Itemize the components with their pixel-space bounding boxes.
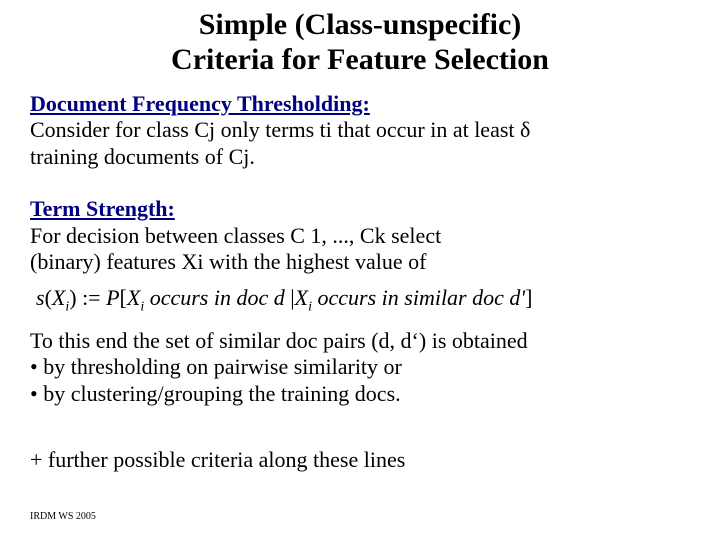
- formula-lp: (: [45, 285, 52, 310]
- dft-line-1: Consider for class Cj only terms ti that…: [30, 117, 690, 143]
- formula-lb: [: [120, 285, 127, 310]
- formula-X3: X: [295, 285, 308, 310]
- plus-line: + further possible criteria along these …: [30, 447, 690, 473]
- ts-heading: Term Strength:: [30, 196, 690, 222]
- dft-heading: Document Frequency Thresholding:: [30, 91, 690, 117]
- slide-title: Simple (Class-unspecific) Criteria for F…: [30, 8, 690, 77]
- tail-line-2: • by thresholding on pairwise similarity…: [30, 354, 690, 380]
- formula-def: :=: [77, 285, 107, 310]
- footer-note: IRDM WS 2005: [30, 511, 96, 522]
- title-line-2: Criteria for Feature Selection: [171, 43, 549, 76]
- section-dft: Document Frequency Thresholding: Conside…: [30, 91, 690, 170]
- formula-X: X: [52, 285, 65, 310]
- ts-line-1: For decision between classes C 1, ..., C…: [30, 223, 690, 249]
- ts-line-2: (binary) features Xi with the highest va…: [30, 249, 690, 275]
- formula-s: s: [36, 285, 45, 310]
- formula-rp: ): [69, 285, 76, 310]
- title-line-1: Simple (Class-unspecific): [199, 8, 522, 41]
- formula-rb: ]: [525, 285, 532, 310]
- formula-mid2: occurs in similar doc d': [312, 285, 525, 310]
- section-tail: To this end the set of similar doc pairs…: [30, 328, 690, 407]
- formula: s(Xi) := P[Xi occurs in doc d |Xi occurs…: [36, 285, 690, 315]
- section-ts: Term Strength: For decision between clas…: [30, 196, 690, 275]
- tail-line-1: To this end the set of similar doc pairs…: [30, 328, 690, 354]
- formula-mid1: occurs in doc d: [144, 285, 290, 310]
- formula-P: P: [106, 285, 119, 310]
- tail-line-3: • by clustering/grouping the training do…: [30, 381, 690, 407]
- formula-X2: X: [127, 285, 140, 310]
- dft-line-2: training documents of Cj.: [30, 144, 690, 170]
